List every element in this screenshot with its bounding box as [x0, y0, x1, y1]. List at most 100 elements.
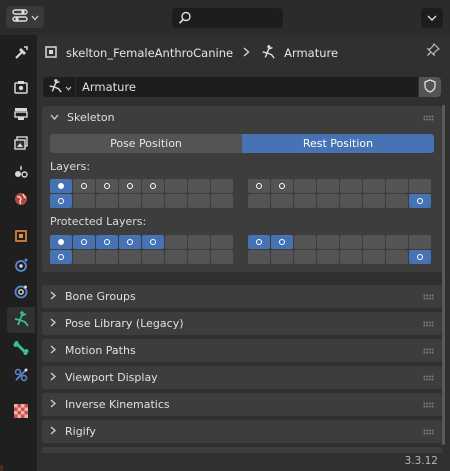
tab-modifiers[interactable] — [7, 253, 35, 279]
layer-button[interactable] — [165, 179, 187, 193]
datablock-browse-button[interactable] — [43, 77, 76, 97]
pose-position-button[interactable]: Pose Position — [50, 134, 242, 153]
layer-button[interactable] — [73, 194, 95, 208]
drag-handle-icon[interactable] — [423, 429, 434, 435]
layer-button[interactable] — [119, 194, 141, 208]
protected-layer-button[interactable] — [96, 250, 118, 264]
protected-layer-button[interactable] — [386, 250, 408, 264]
protected-layer-button[interactable] — [317, 250, 339, 264]
protected-layer-button[interactable] — [50, 250, 72, 264]
layer-button[interactable] — [409, 194, 431, 208]
fake-user-button[interactable] — [419, 77, 441, 97]
tab-world[interactable] — [7, 187, 35, 213]
protected-layer-button[interactable] — [211, 235, 233, 249]
protected-layer-button[interactable] — [271, 235, 293, 249]
layer-button[interactable] — [165, 194, 187, 208]
protected-layer-button[interactable] — [73, 235, 95, 249]
protected-layer-button[interactable] — [271, 250, 293, 264]
rest-position-button[interactable]: Rest Position — [242, 134, 434, 153]
protected-layer-button[interactable] — [96, 235, 118, 249]
scrollbar[interactable] — [442, 105, 445, 445]
inverse-kinematics-panel[interactable]: Inverse Kinematics — [42, 393, 442, 416]
protected-layer-button[interactable] — [363, 235, 385, 249]
layer-button[interactable] — [294, 194, 316, 208]
protected-layer-button[interactable] — [294, 250, 316, 264]
tab-render[interactable] — [7, 75, 35, 101]
tab-bone[interactable] — [7, 336, 35, 362]
layer-button[interactable] — [248, 194, 270, 208]
protected-layer-button[interactable] — [211, 250, 233, 264]
tab-output[interactable] — [7, 102, 35, 128]
motion-paths-panel[interactable]: Motion Paths — [42, 339, 442, 362]
layer-button[interactable] — [119, 179, 141, 193]
layer-button[interactable] — [271, 179, 293, 193]
protected-layer-button[interactable] — [50, 235, 72, 249]
layer-button[interactable] — [188, 179, 210, 193]
layer-button[interactable] — [317, 194, 339, 208]
protected-layer-button[interactable] — [340, 235, 362, 249]
layer-button[interactable] — [317, 179, 339, 193]
panel-header[interactable]: Motion Paths — [42, 339, 442, 362]
layer-button[interactable] — [248, 179, 270, 193]
protected-layer-button[interactable] — [340, 250, 362, 264]
layer-button[interactable] — [96, 179, 118, 193]
protected-layer-button[interactable] — [248, 250, 270, 264]
panel-header[interactable]: Viewport Display — [42, 366, 442, 389]
panel-header[interactable]: Bone Groups — [42, 285, 442, 308]
layer-button[interactable] — [386, 194, 408, 208]
tab-tool[interactable] — [7, 41, 35, 67]
options-dropdown-button[interactable] — [421, 8, 443, 28]
protected-layer-button[interactable] — [248, 235, 270, 249]
rigify-panel[interactable]: Rigify — [42, 420, 442, 443]
protected-layer-button[interactable] — [142, 235, 164, 249]
drag-handle-icon[interactable] — [423, 294, 434, 300]
panel-header[interactable]: Inverse Kinematics — [42, 393, 442, 416]
tab-texture[interactable] — [7, 399, 35, 425]
pin-icon[interactable] — [426, 42, 441, 60]
layer-button[interactable] — [340, 179, 362, 193]
drag-handle-icon[interactable] — [423, 348, 434, 354]
search-input[interactable] — [172, 8, 283, 28]
protected-layer-button[interactable] — [73, 250, 95, 264]
layer-button[interactable] — [294, 179, 316, 193]
skeleton-panel-header[interactable]: Skeleton — [42, 106, 442, 129]
protected-layer-button[interactable] — [119, 235, 141, 249]
drag-handle-icon[interactable] — [423, 375, 434, 381]
layer-button[interactable] — [142, 179, 164, 193]
protected-layer-button[interactable] — [294, 235, 316, 249]
protected-layer-button[interactable] — [188, 235, 210, 249]
protected-layer-button[interactable] — [409, 250, 431, 264]
layer-button[interactable] — [363, 179, 385, 193]
layer-button[interactable] — [211, 179, 233, 193]
tab-object[interactable] — [7, 224, 35, 250]
drag-handle-icon[interactable] — [423, 321, 434, 327]
layer-button[interactable] — [50, 194, 72, 208]
panel-header[interactable]: Rigify — [42, 420, 442, 443]
drag-handle-icon[interactable] — [423, 115, 434, 121]
protected-layer-button[interactable] — [363, 250, 385, 264]
protected-layer-button[interactable] — [165, 250, 187, 264]
layer-button[interactable] — [73, 179, 95, 193]
layer-button[interactable] — [142, 194, 164, 208]
layer-button[interactable] — [271, 194, 293, 208]
bone-groups-panel[interactable]: Bone Groups — [42, 285, 442, 308]
tab-view-layer[interactable] — [7, 131, 35, 157]
protected-layer-button[interactable] — [409, 235, 431, 249]
layer-button[interactable] — [211, 194, 233, 208]
editor-type-button[interactable] — [6, 6, 44, 28]
layer-button[interactable] — [96, 194, 118, 208]
pose-library-panel[interactable]: Pose Library (Legacy) — [42, 312, 442, 335]
protected-layer-button[interactable] — [165, 235, 187, 249]
layer-button[interactable] — [409, 179, 431, 193]
tab-physics[interactable] — [7, 280, 35, 306]
protected-layer-button[interactable] — [119, 250, 141, 264]
protected-layer-button[interactable] — [317, 235, 339, 249]
protected-layer-button[interactable] — [142, 250, 164, 264]
panel-header[interactable]: Pose Library (Legacy) — [42, 312, 442, 335]
datablock-name-field[interactable]: Armature — [76, 77, 418, 97]
protected-layer-button[interactable] — [188, 250, 210, 264]
layer-button[interactable] — [50, 179, 72, 193]
tab-scene[interactable] — [7, 159, 35, 185]
viewport-display-panel[interactable]: Viewport Display — [42, 366, 442, 389]
protected-layer-button[interactable] — [386, 235, 408, 249]
